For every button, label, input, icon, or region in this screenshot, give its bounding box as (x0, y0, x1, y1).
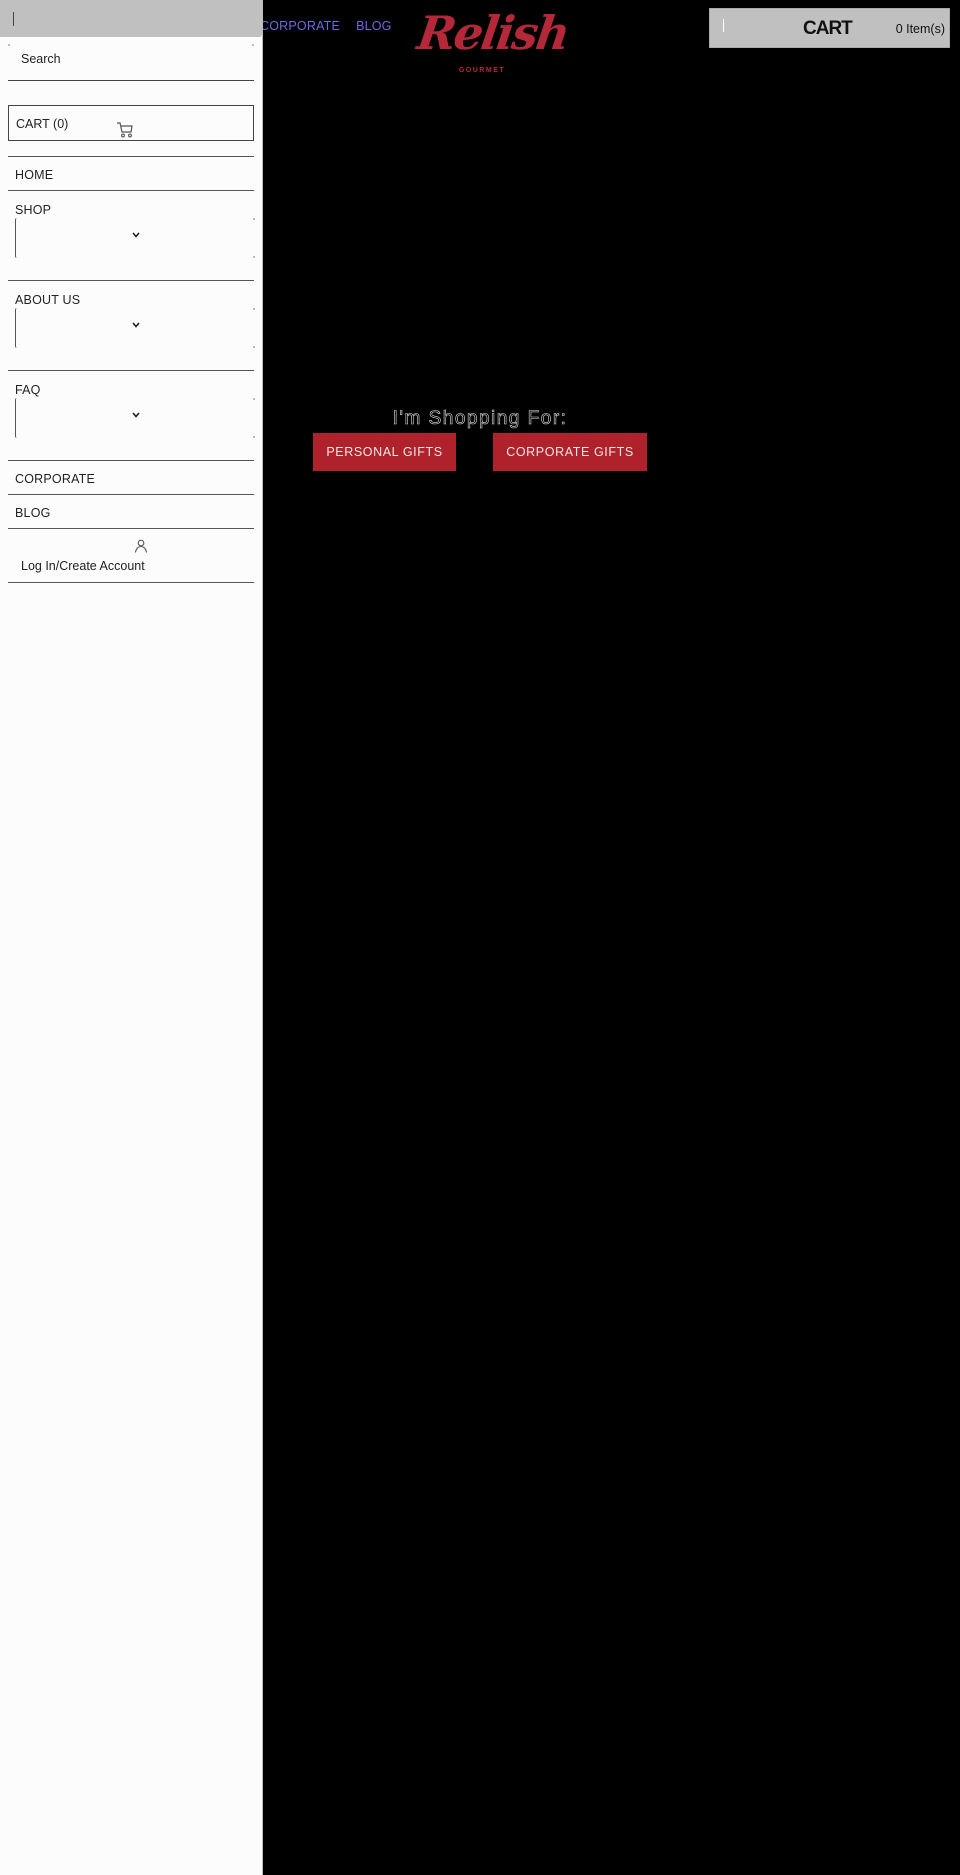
mobile-menu-drawer: CART (0) HOME SHOP ABOUT US (0, 0, 263, 1875)
header-cart-button[interactable]: CART 0 Item(s) (709, 8, 950, 48)
decorative-dot (253, 256, 255, 258)
login-create-account-label: Log In/Create Account (21, 559, 145, 573)
nav-blog-link[interactable]: BLOG (15, 506, 51, 520)
text-cursor (723, 19, 724, 32)
decorative-dot (253, 346, 255, 348)
shop-dropdown-select[interactable] (15, 218, 255, 258)
nav-item-faq: FAQ (8, 370, 255, 460)
header-cart-label: CART (803, 18, 853, 39)
nav-faq-label: FAQ (15, 383, 41, 397)
chevron-down-icon (132, 232, 140, 238)
hero-heading: I'm Shopping For: (392, 408, 568, 430)
nav-corporate-link[interactable]: CORPORATE (15, 472, 95, 486)
shopping-cart-icon (117, 122, 133, 138)
nav-home-link[interactable]: HOME (15, 168, 53, 182)
drawer-cart-button[interactable]: CART (0) (8, 105, 254, 141)
decorative-dot (253, 436, 255, 438)
drawer-cart-label: CART (0) (16, 117, 69, 131)
faq-dropdown-select[interactable] (15, 398, 255, 438)
about-us-dropdown-select[interactable] (15, 308, 255, 348)
decorative-dot (253, 218, 255, 220)
nav-item-blog: BLOG (8, 494, 254, 528)
login-create-account-button[interactable]: Log In/Create Account (8, 528, 254, 583)
text-cursor (13, 12, 14, 26)
nav-shop-label: SHOP (15, 203, 52, 217)
brand-logo-name: Relish (414, 6, 572, 60)
nav-item-corporate: CORPORATE (8, 460, 254, 494)
nav-item-home: HOME (8, 156, 254, 190)
chevron-down-icon (132, 412, 140, 418)
brand-logo[interactable]: Relish GOURMET (414, 6, 571, 78)
search-input[interactable] (8, 37, 254, 80)
header-cart-count: 0 Item(s) (895, 22, 945, 36)
nav-about-us-label: ABOUT US (15, 293, 81, 307)
drawer-header (0, 0, 262, 37)
user-icon (134, 539, 148, 553)
decorative-dot (253, 398, 255, 400)
personal-gifts-button[interactable]: PERSONAL GIFTS (313, 433, 456, 471)
drawer-search (8, 37, 254, 81)
nav-item-about-us: ABOUT US (8, 280, 255, 370)
top-nav-corporate-link[interactable]: CORPORATE (260, 19, 340, 33)
top-nav: CORPORATE BLOG (260, 19, 392, 33)
chevron-down-icon (132, 322, 140, 328)
nav-item-shop: SHOP (8, 190, 255, 280)
brand-logo-tagline: GOURMET (458, 67, 506, 74)
drawer-nav: HOME SHOP ABOUT US FAQ CORPORATE BLOG Lo… (8, 156, 255, 583)
corporate-gifts-button[interactable]: CORPORATE GIFTS (493, 433, 647, 471)
top-nav-blog-link[interactable]: BLOG (356, 19, 392, 33)
decorative-dot (253, 308, 255, 310)
